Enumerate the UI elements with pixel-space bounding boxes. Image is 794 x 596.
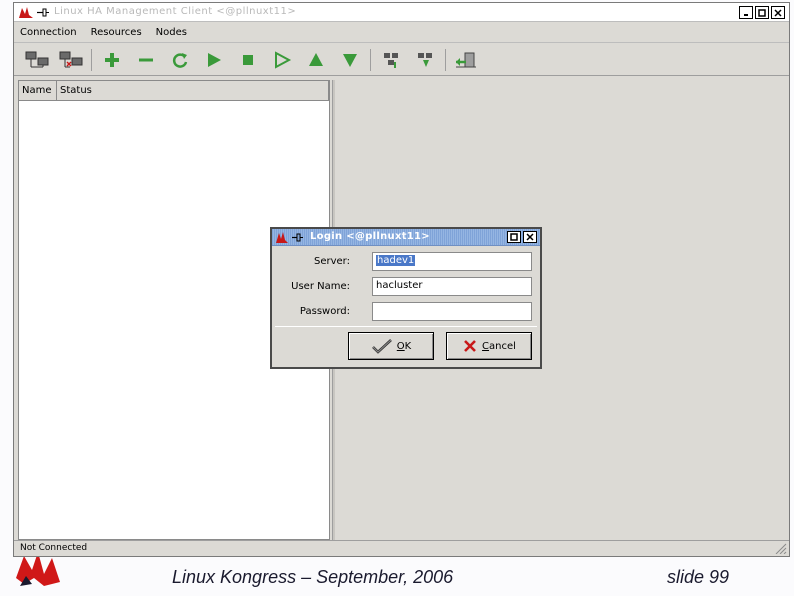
app-icon[interactable]	[18, 6, 34, 19]
toolbar-separator	[445, 48, 446, 71]
minimize-icon	[744, 13, 748, 16]
username-value: hacluster	[376, 280, 423, 291]
dialog-app-icon[interactable]	[275, 231, 289, 244]
add-icon	[105, 52, 119, 67]
connect-button[interactable]	[20, 47, 54, 73]
move-down-button[interactable]	[333, 47, 367, 73]
dialog-title: Login <@pllnuxt11>	[310, 231, 430, 242]
default-icon	[275, 50, 292, 69]
menubar: Connection Resources Nodes	[14, 23, 789, 43]
toolbar-separator	[91, 48, 92, 71]
username-row: User Name: hacluster	[272, 277, 540, 297]
password-field[interactable]	[372, 302, 532, 321]
username-label: User Name:	[291, 281, 350, 292]
column-header-status[interactable]: Status	[57, 81, 329, 101]
minimize-button[interactable]	[739, 6, 753, 19]
password-label: Password:	[299, 306, 350, 317]
close-icon	[526, 233, 534, 241]
column-header-name[interactable]: Name	[19, 81, 57, 101]
move-up-icon	[309, 52, 323, 66]
stop-icon	[243, 54, 253, 65]
menu-connection[interactable]: Connection	[20, 27, 77, 38]
start-icon	[208, 52, 221, 67]
active-button[interactable]	[408, 47, 442, 73]
dialog-close-button[interactable]	[523, 231, 537, 243]
exit-icon	[456, 52, 476, 67]
menu-resources[interactable]: Resources	[91, 27, 142, 38]
start-button[interactable]	[197, 47, 231, 73]
window-title: Linux HA Management Client <@pllnuxt11>	[54, 6, 297, 17]
maximize-button[interactable]	[755, 6, 769, 19]
active-icon	[418, 52, 432, 67]
stop-button[interactable]	[231, 47, 265, 73]
toolbar	[14, 44, 789, 76]
slide-footer-text: Linux Kongress – September, 2006	[172, 567, 454, 587]
resize-grip-icon[interactable]	[773, 542, 787, 554]
login-dialog: Login <@pllnuxt11> Server: hadev1 User N…	[270, 227, 542, 369]
dialog-titlebar[interactable]: Login <@pllnuxt11>	[272, 229, 540, 246]
connect-icon	[25, 51, 49, 67]
close-button[interactable]	[771, 6, 785, 19]
standby-icon	[384, 52, 398, 68]
slide-number: slide 99	[667, 567, 730, 587]
tree-header: Name Status	[19, 81, 329, 101]
refresh-button[interactable]	[163, 47, 197, 73]
server-label: Server:	[314, 256, 350, 267]
cancel-label: Cancel	[482, 340, 516, 352]
close-icon	[774, 8, 782, 17]
ok-button[interactable]: OK	[348, 332, 434, 360]
cancel-x-icon	[464, 340, 476, 352]
move-up-button[interactable]	[299, 47, 333, 73]
window-titlebar[interactable]: Linux HA Management Client <@pllnuxt11>	[14, 3, 789, 22]
default-button[interactable]	[265, 47, 299, 73]
status-text: Not Connected	[20, 543, 88, 553]
menu-nodes[interactable]: Nodes	[156, 27, 187, 38]
checkmark-icon	[371, 339, 392, 354]
dialog-separator	[275, 326, 537, 327]
username-field[interactable]: hacluster	[372, 277, 532, 296]
maximize-icon	[510, 233, 518, 241]
move-down-icon	[343, 53, 357, 67]
standby-button[interactable]	[374, 47, 408, 73]
toolbar-separator	[370, 48, 371, 71]
server-value: hadev1	[376, 255, 416, 266]
server-row: Server: hadev1	[272, 252, 540, 272]
statusbar: Not Connected	[14, 540, 789, 556]
dialog-maximize-button[interactable]	[507, 231, 521, 243]
add-button[interactable]	[95, 47, 129, 73]
pin-icon[interactable]	[36, 6, 50, 19]
refresh-icon	[172, 52, 188, 68]
cancel-button[interactable]: Cancel	[446, 332, 532, 360]
exit-button[interactable]	[449, 47, 483, 73]
dialog-pin-icon[interactable]	[291, 231, 304, 244]
ok-label: OK	[396, 340, 412, 352]
maximize-icon	[758, 8, 766, 17]
remove-button[interactable]	[129, 47, 163, 73]
remove-icon	[139, 58, 153, 61]
disconnect-icon	[59, 51, 83, 67]
server-field[interactable]: hadev1	[372, 252, 532, 271]
password-row: Password:	[272, 302, 540, 322]
disconnect-button[interactable]	[54, 47, 88, 73]
